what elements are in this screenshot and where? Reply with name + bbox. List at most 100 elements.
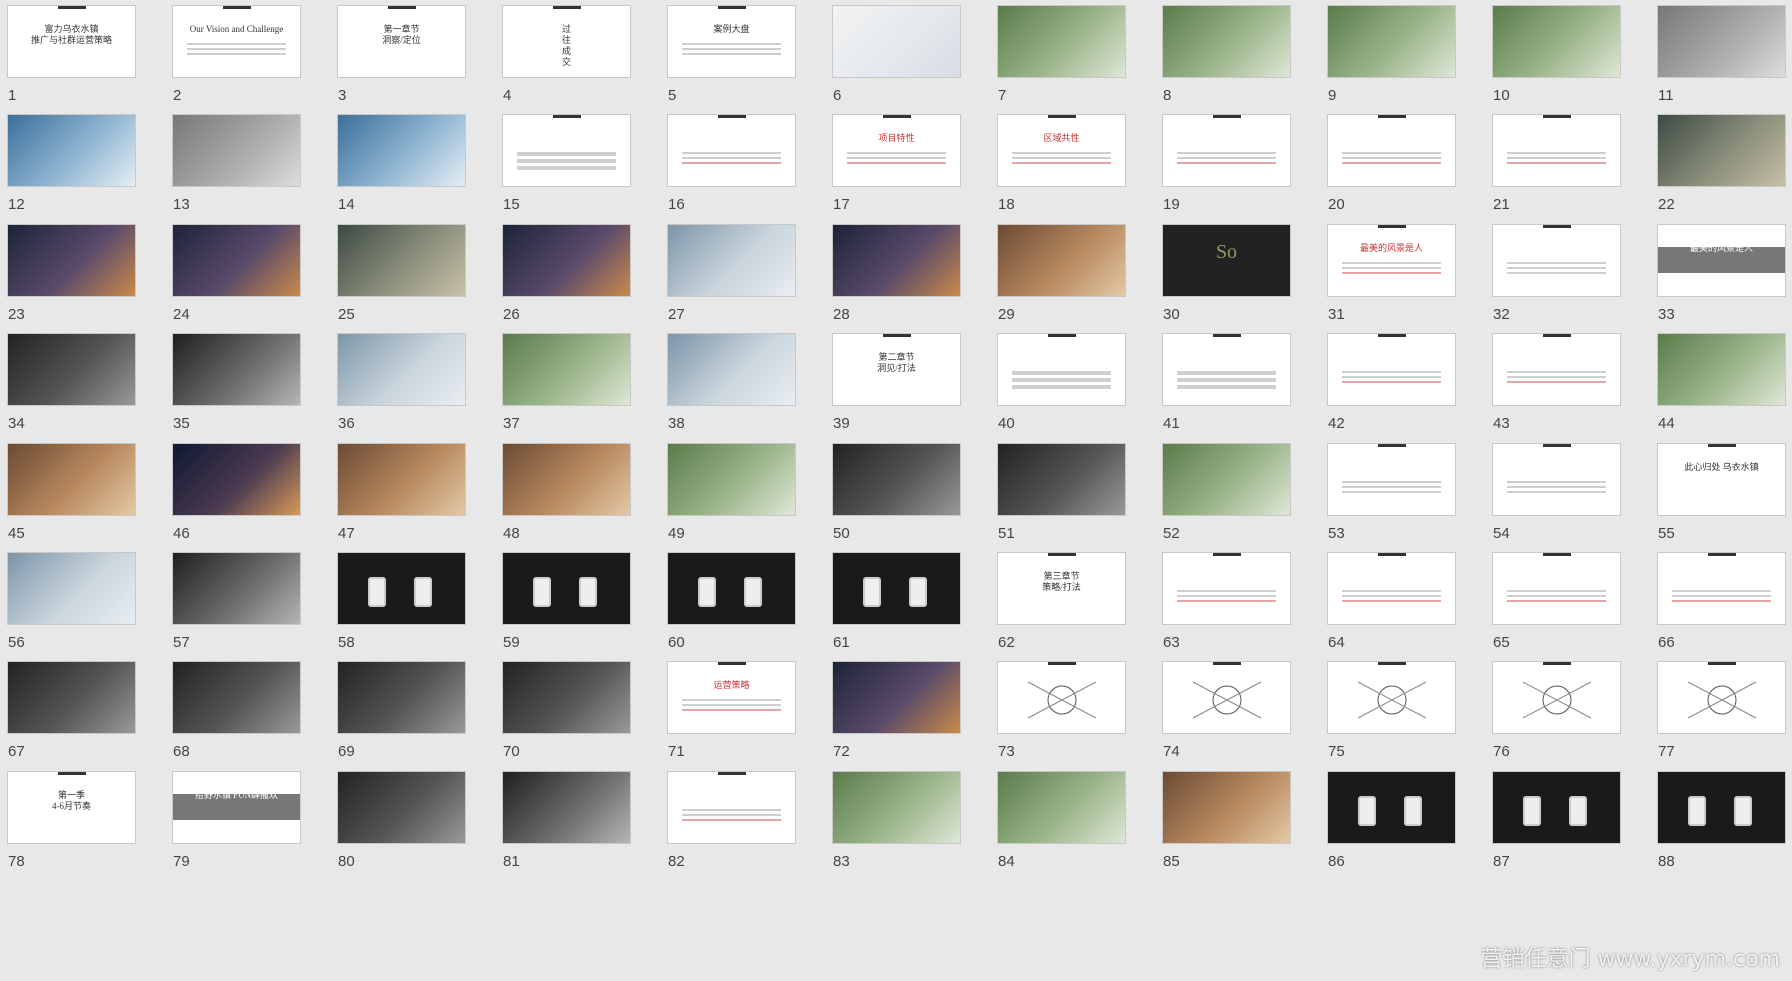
slide-thumbnail[interactable] bbox=[1492, 552, 1621, 625]
slide-thumbnail[interactable] bbox=[337, 114, 466, 188]
slide-thumbnail[interactable]: 最美的风景是人 bbox=[1657, 223, 1786, 297]
slide-thumbnail[interactable] bbox=[667, 114, 796, 188]
slide-header-bar bbox=[388, 6, 416, 9]
slide-thumbnail[interactable] bbox=[502, 661, 631, 735]
slide-thumbnail[interactable] bbox=[1162, 114, 1291, 188]
slide-thumbnail[interactable] bbox=[997, 442, 1126, 516]
slide-thumbnail[interactable]: 第二章节 洞见/打法 bbox=[832, 333, 961, 407]
slide-thumbnail[interactable] bbox=[667, 770, 796, 844]
slide-thumbnail[interactable] bbox=[1327, 114, 1456, 188]
slide-thumbnail[interactable]: 此心归处 乌衣水镇 bbox=[1657, 442, 1786, 516]
slide-thumbnail[interactable] bbox=[1327, 661, 1456, 735]
slide-cell: 85 bbox=[1156, 766, 1321, 886]
slide-thumbnail[interactable] bbox=[832, 223, 961, 297]
slide-thumbnail[interactable] bbox=[997, 770, 1126, 844]
slide-thumbnail[interactable] bbox=[7, 552, 136, 625]
slide-image bbox=[338, 334, 465, 406]
slide-thumbnail[interactable] bbox=[1657, 114, 1786, 188]
slide-thumbnail[interactable] bbox=[7, 223, 136, 297]
slide-thumbnail[interactable] bbox=[667, 442, 796, 516]
slide-text-lines bbox=[1507, 478, 1606, 496]
slide-thumbnail[interactable] bbox=[997, 223, 1126, 297]
slide-thumbnail[interactable] bbox=[502, 770, 631, 844]
slide-image bbox=[8, 443, 135, 515]
slide-thumbnail[interactable] bbox=[337, 333, 466, 407]
slide-thumbnail[interactable] bbox=[337, 552, 466, 625]
slide-thumbnail[interactable] bbox=[1162, 333, 1291, 407]
slide-thumbnail[interactable]: 案例大盘 bbox=[667, 5, 796, 78]
slide-thumbnail[interactable] bbox=[1162, 770, 1291, 844]
slide-thumbnail[interactable]: 富力乌衣水镇 推广与社群运营策略 bbox=[7, 5, 136, 78]
slide-thumbnail[interactable] bbox=[1657, 5, 1786, 78]
slide-thumbnail[interactable] bbox=[1492, 5, 1621, 78]
slide-thumbnail[interactable] bbox=[1327, 442, 1456, 516]
slide-thumbnail[interactable]: 运营策略 bbox=[667, 661, 796, 735]
slide-thumbnail[interactable] bbox=[337, 223, 466, 297]
slide-thumbnail[interactable] bbox=[502, 333, 631, 407]
slide-thumbnail[interactable] bbox=[1492, 114, 1621, 188]
slide-cell: 63 bbox=[1156, 547, 1321, 667]
slide-thumbnail[interactable] bbox=[1492, 770, 1621, 844]
slide-thumbnail[interactable] bbox=[1657, 770, 1786, 844]
slide-thumbnail[interactable]: So bbox=[1162, 223, 1291, 297]
slide-thumbnail[interactable]: 区域共性 bbox=[997, 114, 1126, 188]
slide-thumbnail[interactable] bbox=[997, 5, 1126, 78]
slide-thumbnail[interactable] bbox=[172, 661, 301, 735]
slide-thumbnail[interactable]: 过 往 成 交 bbox=[502, 5, 631, 78]
slide-thumbnail[interactable] bbox=[1492, 661, 1621, 735]
slide-thumbnail[interactable] bbox=[832, 661, 961, 735]
slide-thumbnail[interactable] bbox=[337, 770, 466, 844]
slide-number: 88 bbox=[1658, 852, 1675, 870]
slide-thumbnail[interactable] bbox=[832, 442, 961, 516]
slide-thumbnail[interactable] bbox=[337, 661, 466, 735]
slide-thumbnail[interactable] bbox=[1162, 552, 1291, 625]
slide-thumbnail[interactable]: Our Vision and Challenge bbox=[172, 5, 301, 78]
slide-thumbnail[interactable]: 项目特性 bbox=[832, 114, 961, 188]
slide-number: 61 bbox=[833, 634, 850, 651]
slide-thumbnail[interactable] bbox=[1657, 333, 1786, 407]
slide-thumbnail[interactable] bbox=[172, 442, 301, 516]
slide-thumbnail[interactable] bbox=[172, 333, 301, 407]
slide-thumbnail[interactable]: 最美的风景是人 bbox=[1327, 223, 1456, 297]
slide-thumbnail[interactable] bbox=[997, 661, 1126, 735]
slide-thumbnail[interactable] bbox=[172, 552, 301, 625]
slide-number: 23 bbox=[8, 305, 25, 323]
slide-number: 30 bbox=[1163, 305, 1180, 323]
slide-thumbnail[interactable] bbox=[667, 552, 796, 625]
slide-thumbnail[interactable] bbox=[172, 223, 301, 297]
slide-cell: 38 bbox=[661, 328, 826, 448]
slide-thumbnail[interactable] bbox=[1162, 661, 1291, 735]
slide-thumbnail[interactable] bbox=[7, 114, 136, 188]
slide-thumbnail[interactable] bbox=[502, 223, 631, 297]
slide-thumbnail[interactable] bbox=[1492, 442, 1621, 516]
slide-thumbnail[interactable]: 第一季 4-6月节奏 bbox=[7, 770, 136, 844]
slide-thumbnail[interactable] bbox=[1327, 770, 1456, 844]
slide-thumbnail[interactable] bbox=[1162, 5, 1291, 78]
slide-thumbnail[interactable] bbox=[172, 114, 301, 188]
slide-thumbnail[interactable]: 第一章节 洞察/定位 bbox=[337, 5, 466, 78]
slide-thumbnail[interactable] bbox=[997, 333, 1126, 407]
slide-thumbnail[interactable] bbox=[1657, 661, 1786, 735]
slide-thumbnail[interactable] bbox=[832, 770, 961, 844]
slide-thumbnail[interactable] bbox=[1327, 333, 1456, 407]
slide-thumbnail[interactable] bbox=[1162, 442, 1291, 516]
slide-thumbnail[interactable] bbox=[1492, 333, 1621, 407]
slide-thumbnail[interactable]: 拾野水镇 FUN肆撒欢 bbox=[172, 770, 301, 844]
slide-thumbnail[interactable] bbox=[832, 552, 961, 625]
slide-thumbnail[interactable] bbox=[832, 5, 961, 78]
slide-thumbnail[interactable] bbox=[7, 661, 136, 735]
slide-thumbnail[interactable] bbox=[7, 442, 136, 516]
slide-thumbnail[interactable] bbox=[1327, 5, 1456, 78]
slide-image bbox=[338, 662, 465, 734]
slide-thumbnail[interactable] bbox=[1327, 552, 1456, 625]
slide-thumbnail[interactable] bbox=[7, 333, 136, 407]
slide-thumbnail[interactable] bbox=[502, 442, 631, 516]
slide-thumbnail[interactable] bbox=[502, 114, 631, 188]
slide-thumbnail[interactable] bbox=[502, 552, 631, 625]
slide-thumbnail[interactable] bbox=[1657, 552, 1786, 625]
slide-thumbnail[interactable]: 第三章节 策略/打法 bbox=[997, 552, 1126, 625]
slide-thumbnail[interactable] bbox=[667, 333, 796, 407]
slide-thumbnail[interactable] bbox=[667, 223, 796, 297]
slide-thumbnail[interactable] bbox=[337, 442, 466, 516]
slide-thumbnail[interactable] bbox=[1492, 223, 1621, 297]
